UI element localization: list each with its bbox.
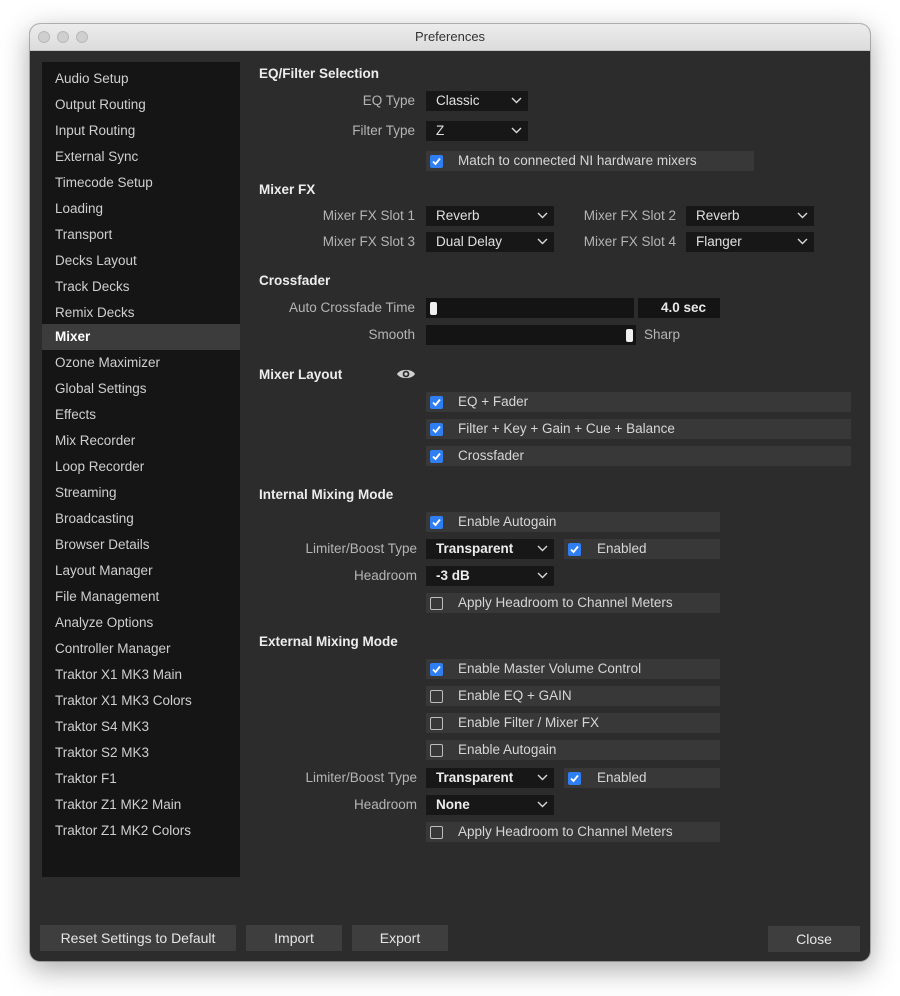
chevron-down-icon bbox=[537, 545, 548, 552]
internal-headroom-select[interactable]: -3 dB bbox=[426, 566, 554, 586]
external-master-volume-checkbox[interactable] bbox=[430, 663, 443, 676]
external-autogain-label: Enable Autogain bbox=[458, 742, 557, 757]
crossfader-smooth-label: Smooth bbox=[368, 327, 415, 342]
auto-crossfade-time-label: Auto Crossfade Time bbox=[288, 300, 415, 315]
external-master-volume-label: Enable Master Volume Control bbox=[458, 661, 642, 676]
internal-limiter-enabled-label: Enabled bbox=[597, 541, 647, 556]
chevron-down-icon bbox=[797, 238, 808, 245]
internal-limiter-enabled-checkbox[interactable] bbox=[568, 543, 581, 556]
layout-crossfader-label: Crossfader bbox=[458, 448, 525, 463]
chevron-down-icon bbox=[537, 774, 548, 781]
eye-icon[interactable] bbox=[396, 367, 416, 381]
mixer-fx-slot2-value: Reverb bbox=[696, 208, 740, 223]
external-apply-headroom-row[interactable]: Apply Headroom to Channel Meters bbox=[426, 822, 720, 842]
internal-autogain-row[interactable]: Enable Autogain bbox=[426, 512, 720, 532]
internal-autogain-checkbox[interactable] bbox=[430, 516, 443, 529]
match-ni-mixers-row[interactable]: Match to connected NI hardware mixers bbox=[426, 151, 754, 171]
layout-eq-fader-label: EQ + Fader bbox=[458, 394, 529, 409]
internal-headroom-label: Headroom bbox=[353, 568, 417, 583]
mixer-fx-slot4-label: Mixer FX Slot 4 bbox=[583, 234, 676, 249]
crossfader-curve-slider[interactable] bbox=[426, 325, 636, 345]
mixer-fx-slot3-value: Dual Delay bbox=[436, 234, 503, 249]
eq-type-value: Classic bbox=[436, 93, 480, 108]
external-apply-headroom-checkbox[interactable] bbox=[430, 826, 443, 839]
layout-crossfader-row[interactable]: Crossfader bbox=[426, 446, 851, 466]
internal-limiter-select[interactable]: Transparent bbox=[426, 539, 554, 559]
external-autogain-checkbox[interactable] bbox=[430, 744, 443, 757]
mixer-fx-slot4-value: Flanger bbox=[696, 234, 742, 249]
chevron-down-icon bbox=[511, 127, 522, 134]
section-mixer-layout-heading: Mixer Layout bbox=[259, 367, 343, 382]
layout-filter-key-row[interactable]: Filter + Key + Gain + Cue + Balance bbox=[426, 419, 851, 439]
crossfader-curve-slider-thumb[interactable] bbox=[626, 329, 633, 342]
section-eq-filter-heading: EQ/Filter Selection bbox=[259, 66, 380, 81]
eq-type-label: EQ Type bbox=[362, 93, 415, 108]
close-button[interactable]: Close bbox=[768, 926, 860, 952]
settings-panel: EQ/Filter Selection EQ Type Classic Filt… bbox=[30, 24, 870, 961]
filter-type-select[interactable]: Z bbox=[426, 121, 528, 141]
mixer-fx-slot2-label: Mixer FX Slot 2 bbox=[583, 208, 676, 223]
external-limiter-label: Limiter/Boost Type bbox=[305, 770, 417, 785]
section-crossfader-heading: Crossfader bbox=[259, 273, 331, 288]
layout-crossfader-checkbox[interactable] bbox=[430, 450, 443, 463]
mixer-fx-slot1-value: Reverb bbox=[436, 208, 480, 223]
external-limiter-value: Transparent bbox=[436, 770, 514, 785]
match-ni-mixers-checkbox[interactable] bbox=[430, 155, 443, 168]
auto-crossfade-time-slider[interactable] bbox=[426, 298, 634, 318]
section-mixer-fx-heading: Mixer FX bbox=[259, 182, 316, 197]
preferences-window: Preferences Audio Setup Output Routing I… bbox=[30, 24, 870, 961]
external-headroom-value: None bbox=[436, 797, 470, 812]
crossfader-sharp-label: Sharp bbox=[644, 327, 681, 342]
external-master-volume-row[interactable]: Enable Master Volume Control bbox=[426, 659, 720, 679]
external-headroom-select[interactable]: None bbox=[426, 795, 554, 815]
external-limiter-enabled-row[interactable]: Enabled bbox=[564, 768, 720, 788]
external-eq-gain-row[interactable]: Enable EQ + GAIN bbox=[426, 686, 720, 706]
external-filter-fx-checkbox[interactable] bbox=[430, 717, 443, 730]
external-eq-gain-checkbox[interactable] bbox=[430, 690, 443, 703]
mixer-fx-slot1-label: Mixer FX Slot 1 bbox=[322, 208, 415, 223]
import-button[interactable]: Import bbox=[246, 925, 342, 951]
auto-crossfade-time-value: 4.0 sec bbox=[638, 298, 720, 318]
chevron-down-icon bbox=[511, 97, 522, 104]
filter-type-label: Filter Type bbox=[352, 123, 415, 138]
external-limiter-select[interactable]: Transparent bbox=[426, 768, 554, 788]
match-ni-mixers-label: Match to connected NI hardware mixers bbox=[458, 153, 697, 168]
export-button[interactable]: Export bbox=[352, 925, 448, 951]
layout-filter-key-label: Filter + Key + Gain + Cue + Balance bbox=[458, 421, 675, 436]
internal-apply-headroom-checkbox[interactable] bbox=[430, 597, 443, 610]
external-eq-gain-label: Enable EQ + GAIN bbox=[458, 688, 572, 703]
external-limiter-enabled-label: Enabled bbox=[597, 770, 647, 785]
chevron-down-icon bbox=[797, 212, 808, 219]
internal-limiter-value: Transparent bbox=[436, 541, 514, 556]
chevron-down-icon bbox=[537, 572, 548, 579]
section-internal-mixing-heading: Internal Mixing Mode bbox=[259, 487, 394, 502]
filter-type-value: Z bbox=[436, 123, 445, 138]
external-apply-headroom-label: Apply Headroom to Channel Meters bbox=[458, 824, 673, 839]
reset-settings-button[interactable]: Reset Settings to Default bbox=[40, 925, 236, 951]
external-limiter-enabled-checkbox[interactable] bbox=[568, 772, 581, 785]
internal-headroom-value: -3 dB bbox=[436, 568, 470, 583]
chevron-down-icon bbox=[537, 801, 548, 808]
external-autogain-row[interactable]: Enable Autogain bbox=[426, 740, 720, 760]
internal-limiter-enabled-row[interactable]: Enabled bbox=[564, 539, 720, 559]
layout-eq-fader-checkbox[interactable] bbox=[430, 396, 443, 409]
layout-filter-key-checkbox[interactable] bbox=[430, 423, 443, 436]
eq-type-select[interactable]: Classic bbox=[426, 91, 528, 111]
mixer-fx-slot2-select[interactable]: Reverb bbox=[686, 206, 814, 226]
auto-crossfade-time-slider-thumb[interactable] bbox=[430, 302, 437, 315]
external-filter-fx-label: Enable Filter / Mixer FX bbox=[458, 715, 600, 730]
external-headroom-label: Headroom bbox=[353, 797, 417, 812]
layout-eq-fader-row[interactable]: EQ + Fader bbox=[426, 392, 851, 412]
internal-limiter-label: Limiter/Boost Type bbox=[305, 541, 417, 556]
internal-autogain-label: Enable Autogain bbox=[458, 514, 557, 529]
internal-apply-headroom-row[interactable]: Apply Headroom to Channel Meters bbox=[426, 593, 720, 613]
mixer-fx-slot3-label: Mixer FX Slot 3 bbox=[322, 234, 415, 249]
internal-apply-headroom-label: Apply Headroom to Channel Meters bbox=[458, 595, 673, 610]
section-external-mixing-heading: External Mixing Mode bbox=[259, 634, 398, 649]
mixer-fx-slot4-select[interactable]: Flanger bbox=[686, 232, 814, 252]
external-filter-fx-row[interactable]: Enable Filter / Mixer FX bbox=[426, 713, 720, 733]
